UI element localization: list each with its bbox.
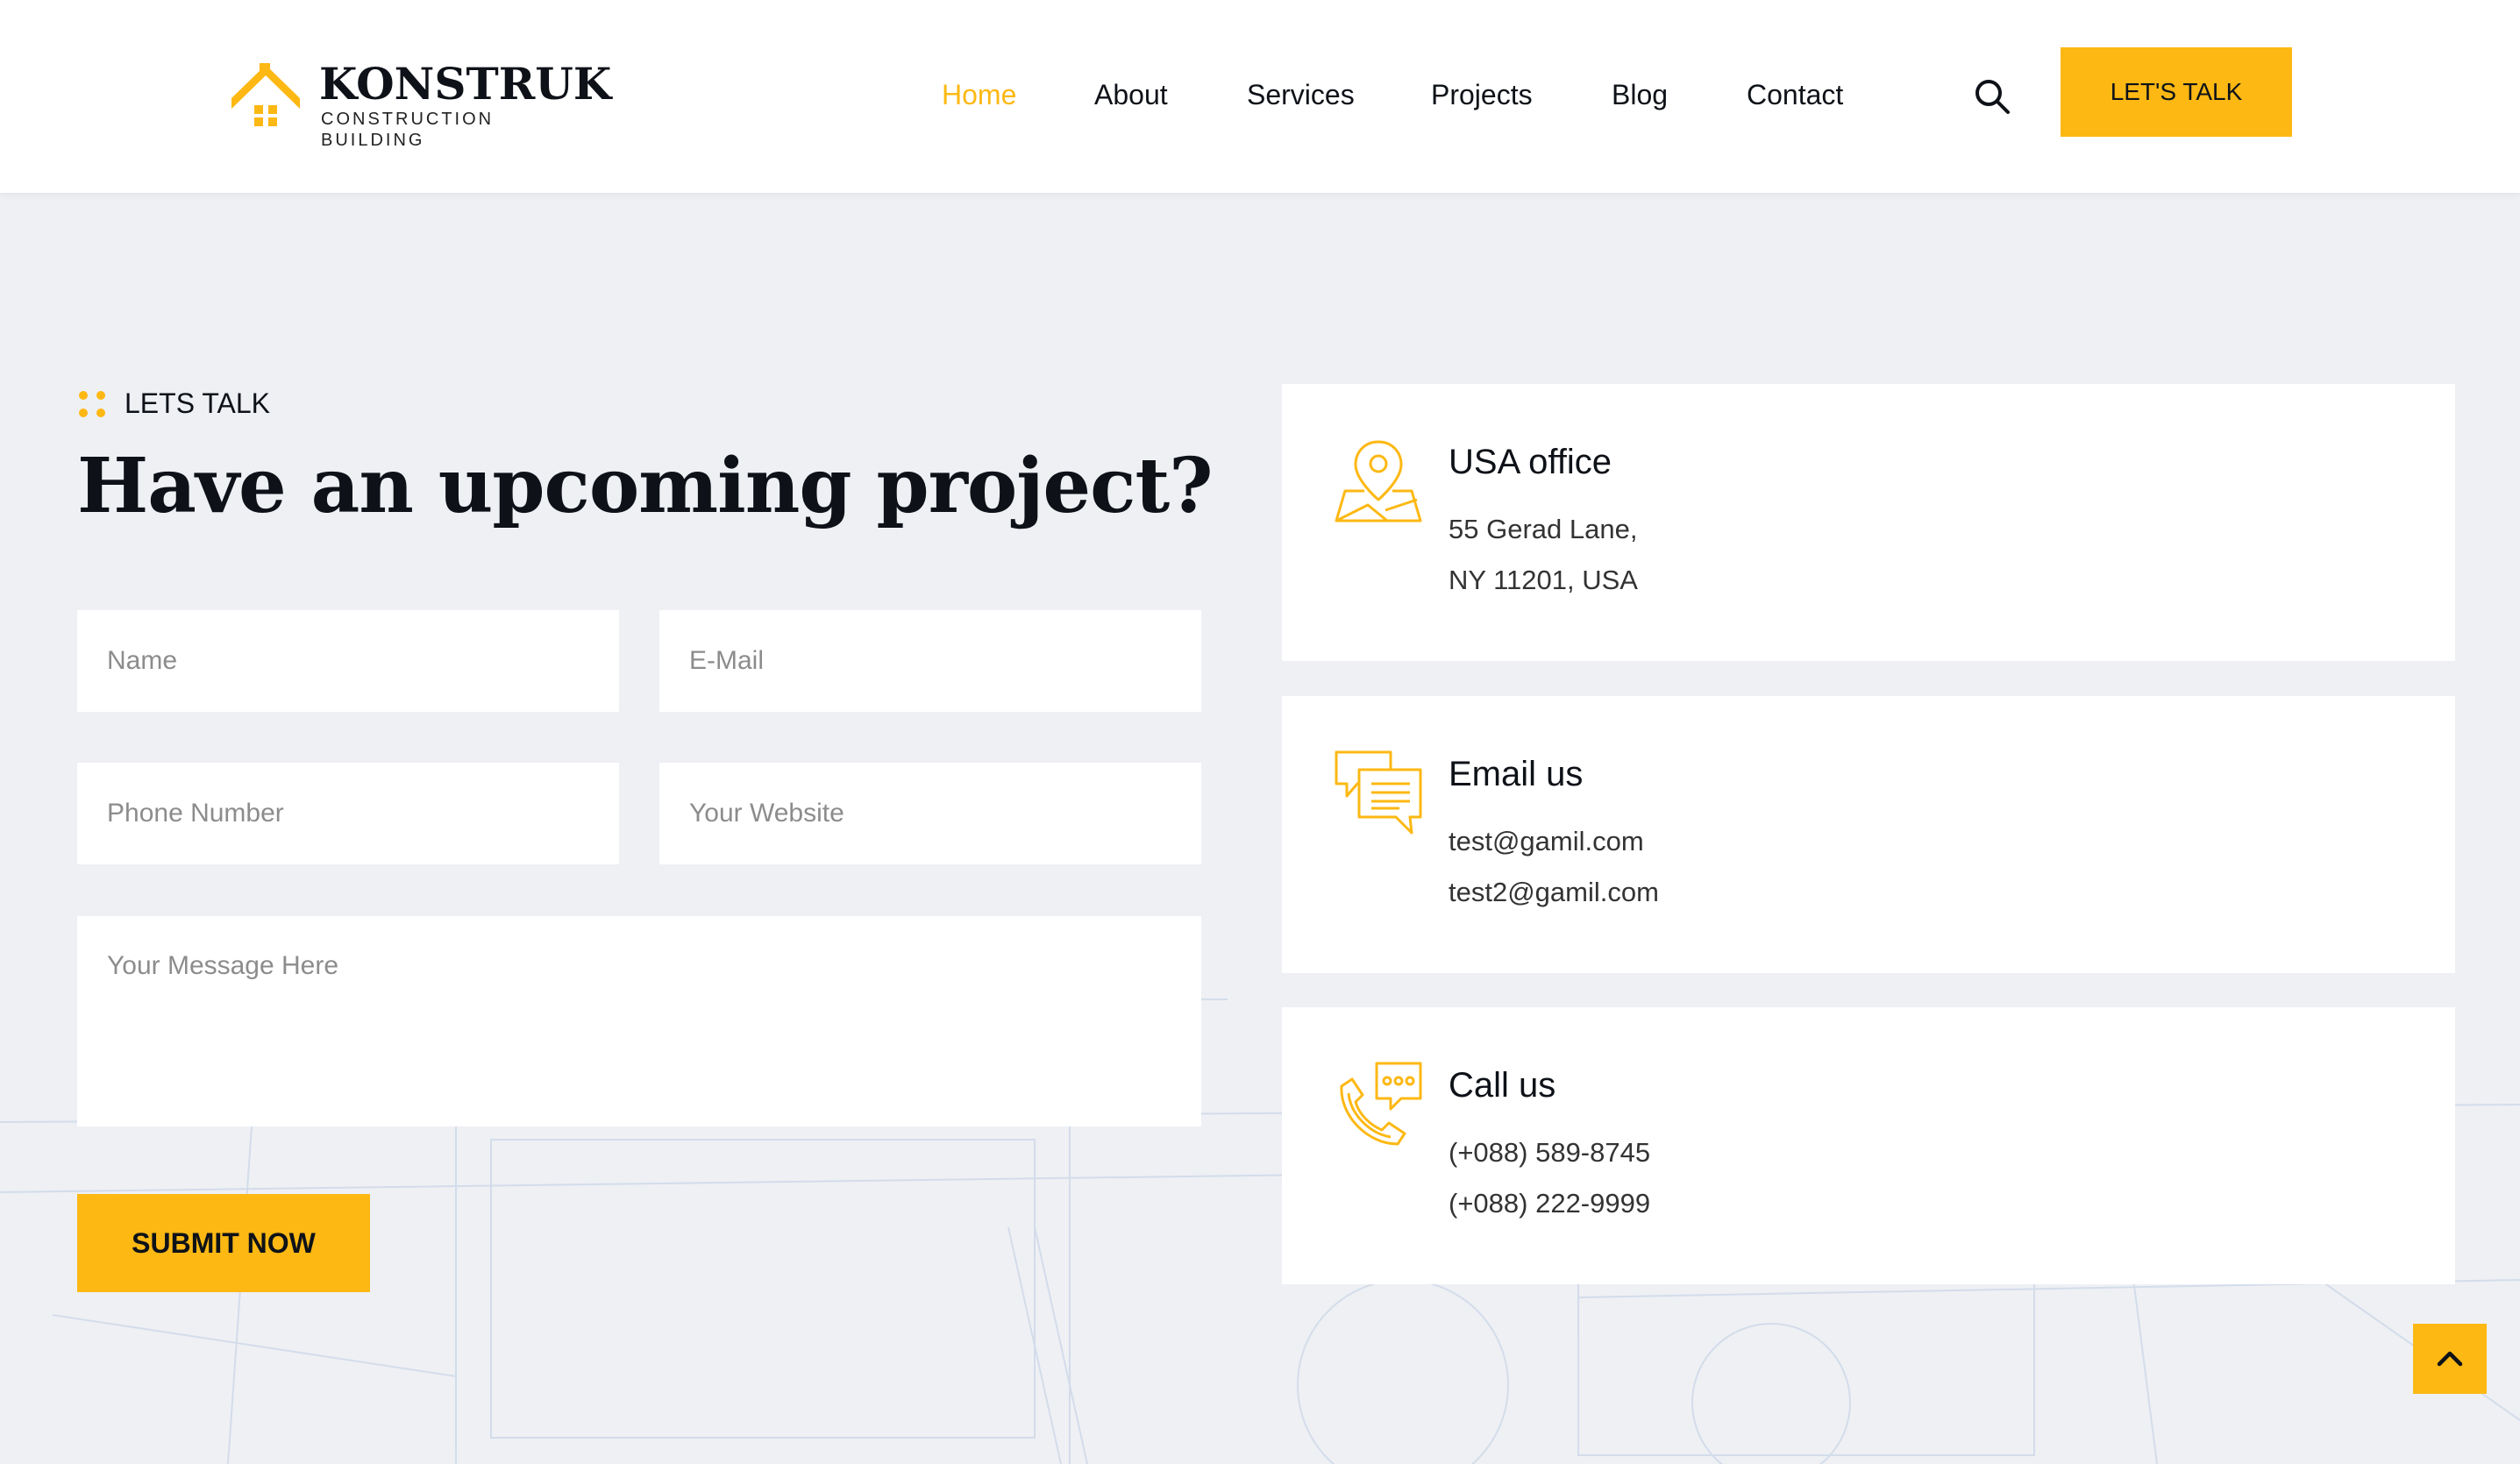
nav-item-about[interactable]: About <box>1094 75 1168 114</box>
card-title: Email us <box>1449 755 1584 793</box>
dots-icon <box>77 389 107 419</box>
card-line[interactable]: test@gamil.com <box>1449 824 1644 859</box>
card-title: Call us <box>1449 1066 1556 1105</box>
brand-name: KONSTRUK <box>319 58 612 110</box>
phone-call-icon <box>1340 1062 1422 1146</box>
search-button[interactable] <box>1973 77 2011 116</box>
logo[interactable]: KONSTRUK CONSTRUCTION BUILDING <box>228 58 611 150</box>
nav-item-projects[interactable]: Projects <box>1431 75 1533 114</box>
phone-field[interactable] <box>77 763 619 864</box>
chat-bubbles-icon <box>1335 750 1422 835</box>
website-field[interactable] <box>659 763 1201 864</box>
brand-tagline: CONSTRUCTION BUILDING <box>321 110 495 150</box>
message-field[interactable] <box>77 916 1201 1126</box>
card-title: USA office <box>1449 443 1612 481</box>
back-to-top-button[interactable] <box>2413 1324 2487 1394</box>
card-line[interactable]: (+088) 589-8745 <box>1449 1135 1650 1170</box>
name-field[interactable] <box>77 610 619 712</box>
submit-button[interactable]: SUBMIT NOW <box>77 1194 370 1292</box>
email-field[interactable] <box>659 610 1201 712</box>
card-line[interactable]: test2@gamil.com <box>1449 875 1659 910</box>
chevron-up-icon <box>2437 1351 2463 1367</box>
nav-item-services[interactable]: Services <box>1247 75 1355 114</box>
section-heading: Have an upcoming project? <box>77 442 1214 530</box>
eyebrow-label: LETS TALK <box>125 387 270 419</box>
house-icon <box>231 63 300 126</box>
lets-talk-button[interactable]: LET'S TALK <box>2061 47 2292 137</box>
card-line: NY 11201, USA <box>1449 565 1638 595</box>
nav-item-contact[interactable]: Contact <box>1747 75 1843 114</box>
nav-item-home[interactable]: Home <box>942 75 1016 114</box>
nav-item-blog[interactable]: Blog <box>1612 75 1668 114</box>
location-pin-icon <box>1335 440 1422 522</box>
search-icon <box>1975 80 2010 114</box>
site-header: KONSTRUK CONSTRUCTION BUILDING Home Abou… <box>0 0 2520 193</box>
contact-card-phone: Call us (+088) 589-8745 (+088) 222-9999 <box>1282 1007 2455 1284</box>
contact-card-email: Email us test@gamil.com test2@gamil.com <box>1282 696 2455 973</box>
card-line[interactable]: (+088) 222-9999 <box>1449 1186 1650 1221</box>
card-line: 55 Gerad Lane, <box>1449 514 1638 544</box>
contact-card-office: USA office 55 Gerad Lane, NY 11201, USA <box>1282 384 2455 661</box>
